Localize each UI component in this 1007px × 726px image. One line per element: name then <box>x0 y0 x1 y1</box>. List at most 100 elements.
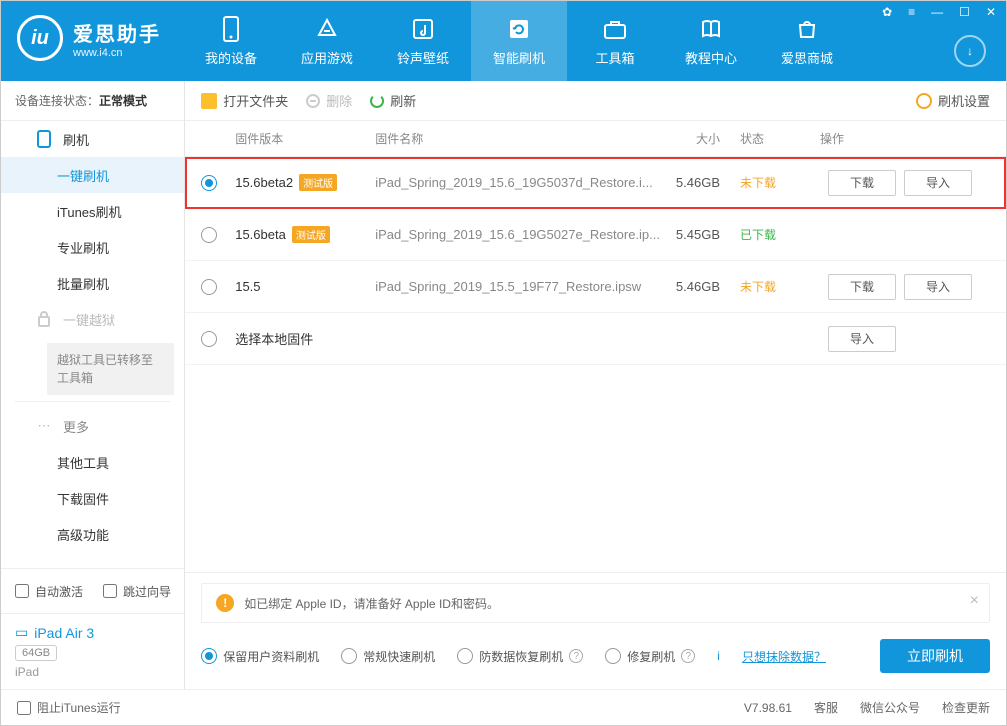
wechat-link[interactable]: 微信公众号 <box>860 699 920 716</box>
row-status: 已下载 <box>740 228 776 242</box>
sidebar-more-header[interactable]: ⋯ 更多 <box>1 408 184 444</box>
radio-icon[interactable] <box>201 227 217 243</box>
maximize-icon[interactable]: ☐ <box>955 3 974 21</box>
flash-settings-button[interactable]: 刷机设置 <box>916 91 990 110</box>
table-row[interactable]: 15.6beta2测试版iPad_Spring_2019_15.6_19G503… <box>185 157 1006 209</box>
download-indicator-icon[interactable]: ↓ <box>954 35 986 67</box>
logo-icon: iu <box>17 15 63 61</box>
open-folder-button[interactable]: 打开文件夹 <box>201 91 288 110</box>
skip-guide-checkbox[interactable] <box>103 584 117 598</box>
flash-option[interactable]: 修复刷机? <box>605 648 695 665</box>
bag-icon <box>794 16 820 42</box>
device-name: iPad Air 3 <box>34 625 94 641</box>
tab-tutorials[interactable]: 教程中心 <box>663 1 759 81</box>
erase-data-link[interactable]: 只想抹除数据？ <box>742 648 826 665</box>
radio-icon[interactable] <box>201 175 217 191</box>
tab-ringtones[interactable]: 铃声壁纸 <box>375 1 471 81</box>
phone-icon <box>218 16 244 42</box>
menu-icon[interactable]: ≡ <box>904 3 919 21</box>
import-button[interactable]: 导入 <box>828 326 896 352</box>
th-size: 大小 <box>660 130 740 147</box>
connection-status: 设备连接状态：正常模式 <box>1 81 184 121</box>
row-size: 5.46GB <box>676 279 720 294</box>
auto-activate-checkbox[interactable] <box>15 584 29 598</box>
tab-my-device[interactable]: 我的设备 <box>183 1 279 81</box>
notice-text: 如已绑定 Apple ID，请准备好 Apple ID和密码。 <box>244 595 499 612</box>
row-version: 15.5 <box>235 279 260 294</box>
table-row[interactable]: 15.6beta测试版iPad_Spring_2019_15.6_19G5027… <box>185 209 1006 261</box>
block-itunes-checkbox[interactable] <box>17 701 31 715</box>
window-controls: ✿ ≡ — ☐ ✕ <box>878 3 1000 21</box>
close-icon[interactable]: ✕ <box>982 3 1000 21</box>
radio-icon[interactable] <box>201 279 217 295</box>
settings-icon[interactable]: ✿ <box>878 3 896 21</box>
media-icon <box>410 16 436 42</box>
sidebar-flash-header[interactable]: 刷机 <box>1 121 184 157</box>
help-icon[interactable]: ? <box>681 649 695 663</box>
radio-icon[interactable] <box>341 648 357 664</box>
refresh-icon <box>506 16 532 42</box>
sidebar-item-oneclick[interactable]: 一键刷机 <box>1 157 184 193</box>
row-filename: iPad_Spring_2019_15.6_19G5027e_Restore.i… <box>375 227 660 242</box>
tab-toolbox[interactable]: 工具箱 <box>567 1 663 81</box>
lock-icon <box>35 310 53 328</box>
divider <box>15 401 170 402</box>
row-filename: iPad_Spring_2019_15.5_19F77_Restore.ipsw <box>375 279 641 294</box>
sidebar-item-itunes[interactable]: iTunes刷机 <box>1 193 184 229</box>
sidebar-item-pro[interactable]: 专业刷机 <box>1 229 184 265</box>
th-status: 状态 <box>740 130 820 147</box>
info-icon[interactable]: i <box>717 649 720 663</box>
sidebar-item-download-fw[interactable]: 下载固件 <box>1 480 184 516</box>
more-icon: ⋯ <box>35 417 53 435</box>
app-header: iu 爱思助手 www.i4.cn 我的设备 应用游戏 铃声壁纸 智能刷机 工具… <box>1 1 1006 81</box>
tab-store[interactable]: 爱思商城 <box>759 1 855 81</box>
support-link[interactable]: 客服 <box>814 699 838 716</box>
flash-option[interactable]: 常规快速刷机 <box>341 648 435 665</box>
brand-url: www.i4.cn <box>73 47 161 59</box>
tab-smart-flash[interactable]: 智能刷机 <box>471 1 567 81</box>
download-button[interactable]: 下载 <box>828 170 896 196</box>
download-button[interactable]: 下载 <box>828 274 896 300</box>
main-tabs: 我的设备 应用游戏 铃声壁纸 智能刷机 工具箱 教程中心 爱思商城 <box>183 1 855 81</box>
toolbar: 打开文件夹 删除 刷新 刷机设置 <box>185 81 1006 121</box>
notice-close-icon[interactable]: × <box>970 592 979 610</box>
table-row[interactable]: 选择本地固件导入 <box>185 313 1006 365</box>
flash-option[interactable]: 防数据恢复刷机? <box>457 648 583 665</box>
minimize-icon[interactable]: — <box>927 3 947 21</box>
app-icon <box>314 16 340 42</box>
help-icon[interactable]: ? <box>569 649 583 663</box>
import-button[interactable]: 导入 <box>904 274 972 300</box>
th-version: 固件版本 <box>235 130 375 147</box>
row-status: 未下载 <box>740 280 776 294</box>
row-size: 5.45GB <box>676 227 720 242</box>
version-label: V7.98.61 <box>744 701 792 715</box>
sidebar-item-batch[interactable]: 批量刷机 <box>1 265 184 301</box>
device-icon: ▭ <box>15 624 28 641</box>
tab-apps[interactable]: 应用游戏 <box>279 1 375 81</box>
flash-now-button[interactable]: 立即刷机 <box>880 639 990 673</box>
auto-activate-row: 自动激活 跳过向导 <box>1 577 184 605</box>
row-filename: iPad_Spring_2019_15.6_19G5037d_Restore.i… <box>375 175 653 190</box>
row-size: 5.46GB <box>676 175 720 190</box>
flash-option[interactable]: 保留用户资料刷机 <box>201 648 319 665</box>
delete-icon <box>306 94 320 108</box>
logo: iu 爱思助手 www.i4.cn <box>1 1 161 61</box>
brand-name: 爱思助手 <box>73 18 161 47</box>
delete-button[interactable]: 删除 <box>306 91 352 110</box>
radio-icon[interactable] <box>201 331 217 347</box>
import-button[interactable]: 导入 <box>904 170 972 196</box>
device-card[interactable]: ▭iPad Air 3 64GB iPad <box>1 613 184 689</box>
sidebar-jailbreak: 一键越狱 <box>1 301 184 337</box>
folder-icon <box>201 93 217 109</box>
skip-guide-label: 跳过向导 <box>123 583 171 600</box>
radio-icon[interactable] <box>605 648 621 664</box>
refresh-button[interactable]: 刷新 <box>370 91 416 110</box>
table-row[interactable]: 15.5 iPad_Spring_2019_15.5_19F77_Restore.… <box>185 261 1006 313</box>
radio-icon[interactable] <box>457 648 473 664</box>
device-type: iPad <box>15 665 170 679</box>
radio-icon[interactable] <box>201 648 217 664</box>
sidebar: 设备连接状态：正常模式 刷机 一键刷机 iTunes刷机 专业刷机 批量刷机 一… <box>1 81 185 689</box>
check-update-link[interactable]: 检查更新 <box>942 699 990 716</box>
sidebar-item-advanced[interactable]: 高级功能 <box>1 516 184 552</box>
sidebar-item-other[interactable]: 其他工具 <box>1 444 184 480</box>
